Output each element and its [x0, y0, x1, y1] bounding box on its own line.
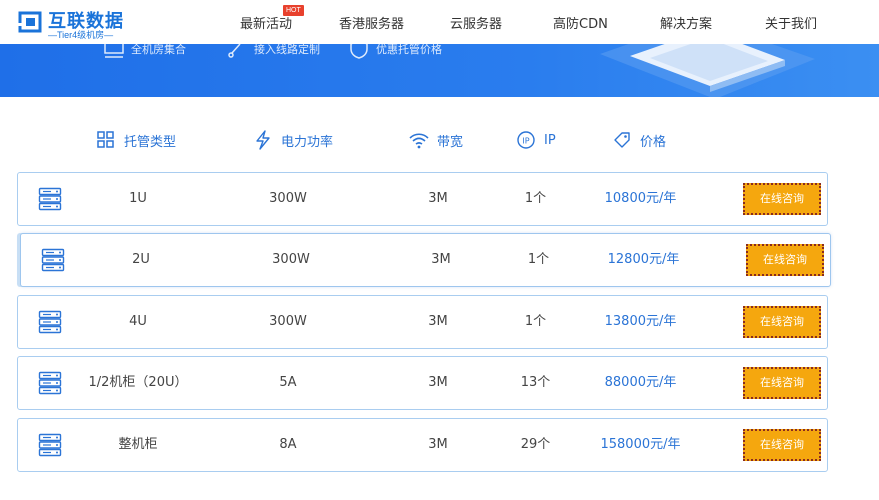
cell-power: 5A: [279, 375, 297, 390]
top-navbar: 互联数据 —Tier4级机房— 最新活动 HOT 香港服务器 云服务器 高防CD…: [0, 0, 879, 44]
header-label: 电力功率: [281, 134, 334, 150]
cell-bandwidth: 3M: [428, 191, 448, 206]
table-row: 4U 300W 3M 1个 13800元/年 在线咨询: [17, 295, 828, 349]
consult-online-button[interactable]: 在线咨询: [743, 306, 821, 338]
banner-feature-pricing: 优惠托管价格: [348, 44, 442, 60]
cell-price: 88000元/年: [604, 375, 677, 390]
cell-ip-count: 13个: [520, 375, 551, 390]
svg-text:IP: IP: [522, 137, 529, 146]
header-ip: IP IP: [516, 130, 556, 150]
nav-item-cloud-servers[interactable]: 云服务器: [450, 13, 502, 32]
header-label: 带宽: [437, 134, 464, 150]
server-icon: [38, 371, 62, 395]
cell-bandwidth: 3M: [428, 314, 448, 329]
banner-feature-datacenters: 全机房集合: [103, 44, 186, 60]
brand-subtitle: —Tier4级机房—: [48, 30, 114, 40]
header-label: 价格: [640, 134, 667, 150]
header-label: IP: [544, 132, 556, 148]
banner-feature-label: 全机房集合: [131, 44, 186, 56]
table-row: 2U 300W 3M 1个 12800元/年 在线咨询: [20, 233, 831, 287]
ip-icon: IP: [517, 131, 535, 149]
cell-ip-count: 1个: [524, 191, 547, 206]
consult-online-button[interactable]: 在线咨询: [743, 429, 821, 461]
consult-online-button[interactable]: 在线咨询: [743, 183, 821, 215]
consult-online-button[interactable]: 在线咨询: [746, 244, 824, 276]
nav-item-ddos-cdn[interactable]: 高防CDN: [553, 13, 608, 32]
lightning-icon: [256, 130, 270, 150]
cell-bandwidth: 3M: [428, 437, 448, 452]
price-tag-icon: [614, 132, 630, 148]
hero-banner: 全机房集合 接入线路定制 优惠托管价格: [0, 44, 879, 97]
cell-power: 300W: [269, 191, 307, 206]
header-bandwidth: 带宽: [409, 130, 463, 150]
cell-hosting-type: 整机柜: [118, 437, 158, 452]
network-icon: [228, 44, 241, 58]
logo-icon: [18, 11, 42, 33]
nav-item-hk-servers[interactable]: 香港服务器: [339, 13, 404, 32]
cell-ip-count: 29个: [520, 437, 551, 452]
server-icon: [38, 310, 62, 334]
cell-power: 8A: [279, 437, 297, 452]
table-row: 1U 300W 3M 1个 10800元/年 在线咨询: [17, 172, 828, 226]
cell-hosting-type: 4U: [129, 314, 147, 329]
cell-hosting-type: 2U: [132, 252, 150, 267]
server-icon: [38, 187, 62, 211]
cell-bandwidth: 3M: [431, 252, 451, 267]
header-hosting-type: 托管类型: [96, 130, 176, 150]
cell-price: 13800元/年: [604, 314, 677, 329]
header-power: 电力功率: [253, 130, 333, 150]
banner-feature-label: 接入线路定制: [254, 44, 320, 56]
isometric-server-illustration: [600, 44, 815, 97]
table-row: 1/2机柜（20U） 5A 3M 13个 88000元/年 在线咨询: [17, 356, 828, 410]
cell-price: 12800元/年: [607, 252, 680, 267]
cell-power: 300W: [272, 252, 310, 267]
pricing-table-header: 托管类型 电力功率 带宽 IP IP 价格: [0, 130, 879, 156]
server-icon: [38, 433, 62, 457]
grid-icon: [97, 131, 114, 148]
cell-price: 158000元/年: [600, 437, 681, 452]
banner-feature-label: 优惠托管价格: [376, 44, 442, 56]
cell-bandwidth: 3M: [428, 375, 448, 390]
hot-badge: HOT: [283, 5, 304, 16]
cell-power: 300W: [269, 314, 307, 329]
monitor-icon: [104, 44, 124, 58]
header-price: 价格: [612, 130, 666, 150]
brand-logo[interactable]: 互联数据 —Tier4级机房—: [18, 6, 138, 40]
cell-ip-count: 1个: [524, 314, 547, 329]
header-label: 托管类型: [124, 134, 177, 150]
banner-feature-lines: 接入线路定制: [226, 44, 320, 60]
cell-price: 10800元/年: [604, 191, 677, 206]
table-row: 整机柜 8A 3M 29个 158000元/年 在线咨询: [17, 418, 828, 472]
shield-icon: [350, 44, 368, 59]
nav-item-about-us[interactable]: 关于我们: [765, 13, 817, 32]
nav-item-solutions[interactable]: 解决方案: [660, 13, 712, 32]
consult-online-button[interactable]: 在线咨询: [743, 367, 821, 399]
server-icon: [41, 248, 65, 272]
cell-hosting-type: 1/2机柜（20U）: [88, 375, 188, 390]
cell-hosting-type: 1U: [129, 191, 147, 206]
wifi-icon: [409, 133, 429, 149]
cell-ip-count: 1个: [527, 252, 550, 267]
